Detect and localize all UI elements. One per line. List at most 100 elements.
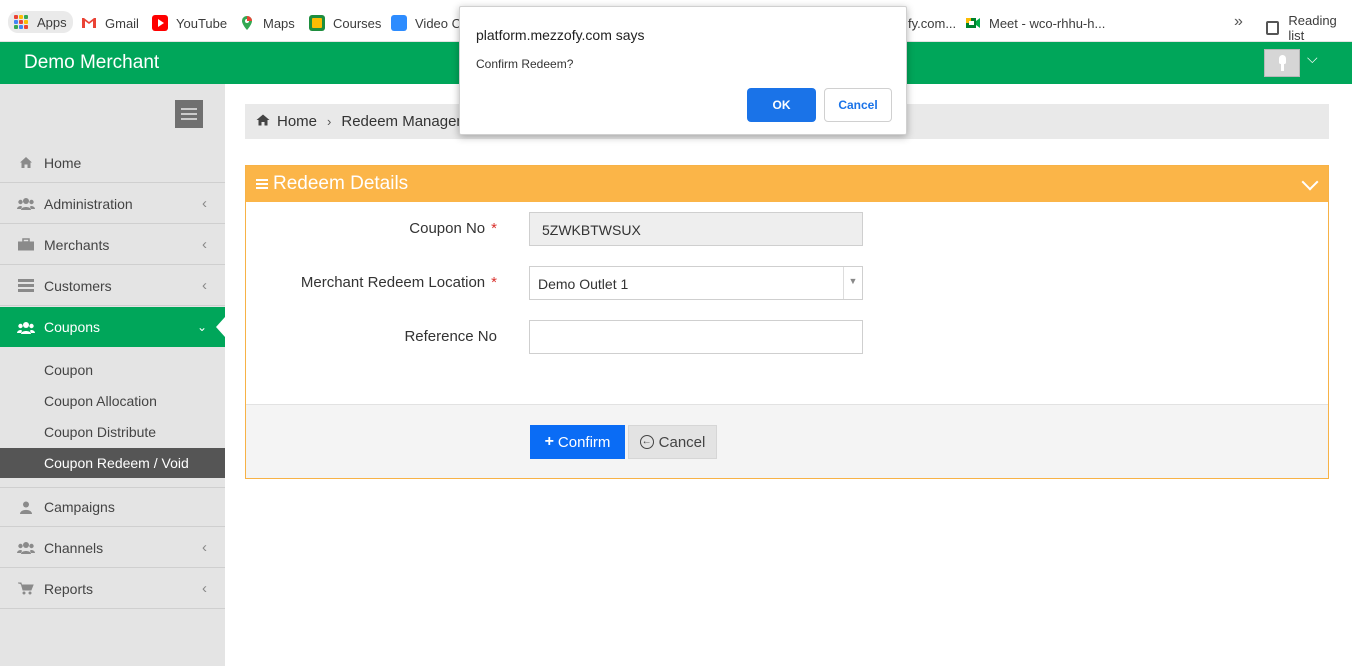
bookmark-video[interactable]: Video Co: [391, 13, 468, 33]
sidebar-item-label: Campaigns: [44, 499, 115, 515]
gmail-icon: [81, 15, 97, 31]
panel-title: Redeem Details: [273, 173, 409, 194]
coupon-no-label: Coupon No *: [409, 220, 497, 237]
chevron-down-icon[interactable]: ⌵: [1307, 50, 1318, 67]
dialog-cancel-button[interactable]: Cancel: [824, 88, 892, 122]
sidebar-item-campaigns[interactable]: Campaigns: [0, 487, 225, 527]
cancel-button[interactable]: ← Cancel: [628, 425, 717, 459]
submenu-item-coupon-distribute[interactable]: Coupon Distribute: [0, 417, 225, 447]
required-mark: *: [491, 220, 497, 237]
sidebar-toggle-button[interactable]: [175, 100, 203, 128]
dialog-title: platform.mezzofy.com says: [476, 27, 645, 43]
menu-bars-icon: [256, 177, 268, 191]
sidebar-item-label: Merchants: [44, 236, 110, 253]
reading-list-button[interactable]: Reading list: [1266, 13, 1352, 43]
home-icon: [16, 156, 36, 169]
submenu-item-coupon[interactable]: Coupon: [0, 355, 225, 385]
active-indicator: [216, 317, 225, 337]
users-icon: [16, 541, 36, 554]
more-bookmarks-icon[interactable]: »: [1234, 13, 1243, 31]
bookmark-partial[interactable]: fy.com...: [908, 13, 956, 33]
reference-row: Reference No: [246, 320, 1328, 354]
submenu-item-coupon-redeem-void[interactable]: Coupon Redeem / Void: [0, 448, 225, 478]
sidebar-item-administration[interactable]: Administration ‹: [0, 184, 225, 224]
chevron-left-icon: ‹: [202, 539, 207, 556]
meet-icon: [965, 15, 981, 31]
bookmark-label: Gmail: [105, 15, 139, 31]
cancel-label: Cancel: [658, 433, 706, 451]
sidebar-item-label: Home: [44, 154, 82, 171]
chevron-left-icon: ‹: [202, 580, 207, 597]
sidebar: Home Administration ‹ Merchants ‹ Custom…: [0, 84, 225, 666]
users-icon: [16, 321, 36, 334]
coupon-no-row: Coupon No * 5ZWKBTWSUX: [246, 212, 1328, 246]
bookmark-label: Courses: [333, 15, 382, 31]
sidebar-item-coupons[interactable]: Coupons ⌄: [0, 307, 225, 347]
confirm-button[interactable]: + Confirm: [530, 425, 625, 459]
chevron-down-icon: ⌄: [196, 320, 207, 334]
location-selected-value: Demo Outlet 1: [538, 276, 629, 292]
plus-icon: +: [544, 433, 554, 450]
dialog-message: Confirm Redeem?: [476, 57, 574, 71]
panel-footer: + Confirm ← Cancel: [246, 404, 1328, 478]
courses-icon: [309, 15, 325, 31]
brand-title[interactable]: Demo Merchant: [24, 52, 159, 74]
collapse-chevron-icon[interactable]: [1301, 173, 1319, 191]
bookmark-apps[interactable]: Apps: [8, 11, 73, 33]
video-icon: [391, 15, 407, 31]
bookmark-gmail[interactable]: Gmail: [81, 13, 139, 33]
required-mark: *: [491, 274, 497, 291]
chevron-left-icon: ‹: [202, 277, 207, 294]
avatar[interactable]: [1264, 49, 1300, 77]
submenu-item-coupon-allocation[interactable]: Coupon Allocation: [0, 386, 225, 416]
breadcrumb-home-link[interactable]: Home: [277, 113, 317, 130]
list-icon: [16, 279, 36, 292]
bookmark-meet[interactable]: Meet - wco-rhhu-h...: [965, 13, 1105, 33]
reference-label: Reference No: [404, 328, 497, 345]
sidebar-item-label: Customers: [44, 277, 112, 294]
bookmark-label: YouTube: [176, 15, 228, 31]
briefcase-icon: [16, 238, 36, 251]
reading-list-label: Reading list: [1288, 13, 1337, 43]
sidebar-item-label: Coupons: [44, 319, 101, 335]
sidebar-item-reports[interactable]: Reports ‹: [0, 569, 225, 609]
dropdown-arrow-icon[interactable]: ▼: [843, 267, 862, 299]
bookmark-youtube[interactable]: YouTube: [152, 13, 227, 33]
sidebar-item-customers[interactable]: Customers ‹: [0, 266, 225, 306]
users-icon: [16, 197, 36, 210]
dialog-ok-button[interactable]: OK: [747, 88, 816, 122]
chevron-right-icon: ›: [327, 114, 332, 129]
chevron-left-icon: ‹: [202, 236, 207, 253]
apps-grid-icon: [14, 15, 28, 29]
sidebar-item-home[interactable]: Home: [0, 143, 225, 183]
confirm-dialog: platform.mezzofy.com says Confirm Redeem…: [459, 6, 907, 135]
sidebar-item-channels[interactable]: Channels ‹: [0, 528, 225, 568]
back-arrow-circle-icon: ←: [639, 435, 654, 449]
reference-no-input[interactable]: [529, 320, 863, 354]
location-select[interactable]: Demo Outlet 1 ▼: [529, 266, 863, 300]
panel-header[interactable]: Redeem Details: [246, 166, 1328, 202]
coupon-no-field[interactable]: 5ZWKBTWSUX: [529, 212, 863, 246]
sidebar-item-label: Reports: [44, 580, 94, 597]
cart-icon: [16, 582, 36, 595]
bookmark-label: Meet - wco-rhhu-h...: [989, 15, 1106, 31]
location-row: Merchant Redeem Location * Demo Outlet 1 …: [246, 266, 1328, 300]
bookmark-label: Apps: [37, 14, 67, 30]
chevron-left-icon: ‹: [202, 195, 207, 212]
location-label: Merchant Redeem Location *: [300, 274, 497, 291]
maps-icon: [239, 15, 255, 31]
sidebar-item-merchants[interactable]: Merchants ‹: [0, 225, 225, 265]
home-icon: [256, 113, 270, 130]
redeem-details-panel: Redeem Details Coupon No * 5ZWKBTWSUX Mer…: [245, 165, 1329, 479]
bookmark-courses[interactable]: Courses: [309, 13, 381, 33]
youtube-icon: [152, 15, 168, 31]
confirm-label: Confirm: [557, 433, 611, 451]
sidebar-item-label: Administration: [44, 195, 133, 212]
bookmark-label: Maps: [263, 15, 295, 31]
breadcrumb-current: Redeem Managem: [341, 113, 469, 130]
bookmark-label: fy.com...: [908, 15, 957, 31]
sidebar-item-label: Channels: [44, 539, 104, 556]
user-icon: [16, 501, 36, 514]
bookmark-maps[interactable]: Maps: [239, 13, 295, 33]
reading-list-icon: [1266, 21, 1280, 35]
